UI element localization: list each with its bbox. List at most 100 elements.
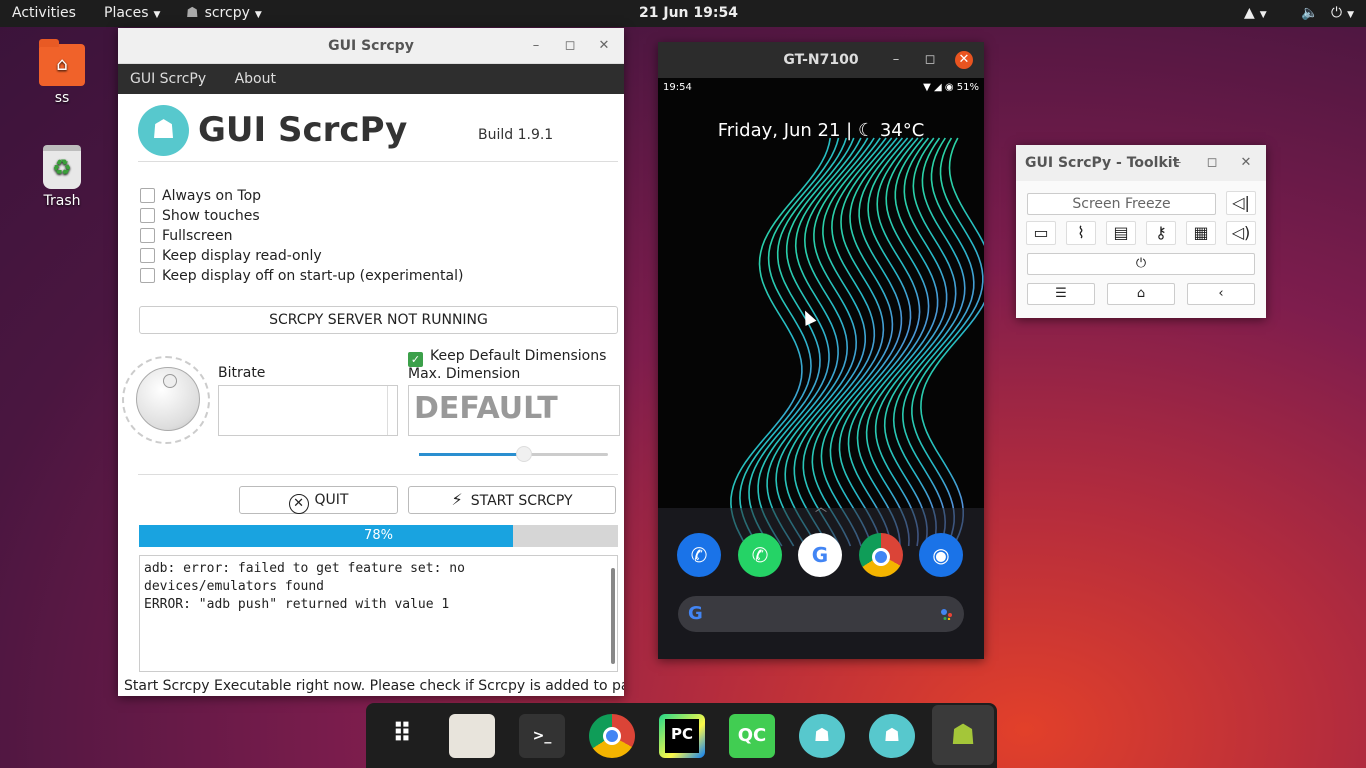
option-label: Always on Top bbox=[162, 188, 262, 204]
android-icon[interactable]: ☗ bbox=[932, 705, 994, 765]
option-always-on-top[interactable]: Always on Top bbox=[140, 187, 261, 205]
checkbox[interactable] bbox=[140, 228, 155, 243]
google-icon[interactable]: G bbox=[798, 533, 842, 577]
back-button[interactable]: ‹ bbox=[1187, 283, 1255, 305]
maximize-button[interactable]: ◻ bbox=[561, 37, 579, 55]
checkbox[interactable] bbox=[140, 268, 155, 283]
toolkit-titlebar[interactable]: GUI ScrcPy - Toolkit – ◻ ✕ bbox=[1016, 145, 1266, 181]
chevron-down-icon: ▼ bbox=[153, 10, 161, 20]
grid-icon[interactable]: ▦ bbox=[1186, 221, 1216, 245]
progress-bar: 78% bbox=[139, 525, 618, 547]
google-search-bar[interactable]: G bbox=[678, 596, 964, 632]
close-button[interactable]: ✕ bbox=[955, 51, 973, 69]
log-scrollbar[interactable] bbox=[611, 568, 615, 664]
bitrate-dial[interactable] bbox=[122, 356, 210, 444]
power-button[interactable]: ⏻ bbox=[1027, 253, 1255, 275]
guiscrcpy-icon-2[interactable]: ☗ bbox=[869, 714, 915, 758]
option-read-only[interactable]: Keep display read-only bbox=[140, 247, 322, 265]
maximize-button[interactable]: ◻ bbox=[921, 51, 939, 69]
display-icon[interactable]: ▭ bbox=[1026, 221, 1056, 245]
slider-thumb[interactable] bbox=[516, 446, 532, 462]
lightning-icon: ⚡ bbox=[451, 490, 463, 509]
running-indicator bbox=[750, 761, 756, 765]
camera-icon[interactable]: ◉ bbox=[919, 533, 963, 577]
option-show-touches[interactable]: Show touches bbox=[140, 207, 260, 225]
running-indicator bbox=[469, 761, 475, 765]
files-icon[interactable] bbox=[449, 714, 495, 758]
qtcreator-icon[interactable]: QC bbox=[729, 714, 775, 758]
bitrate-display[interactable] bbox=[218, 385, 398, 436]
wallpaper-line bbox=[739, 137, 840, 547]
places-menu[interactable]: Places ▼ bbox=[104, 0, 160, 27]
key-icon[interactable]: ⚷ bbox=[1146, 221, 1176, 245]
maximize-button[interactable]: ◻ bbox=[1203, 154, 1221, 172]
chevron-down-icon: ▼ bbox=[1347, 10, 1354, 20]
menu-about[interactable]: About bbox=[223, 64, 288, 94]
phone-screen[interactable]: 19:54 ▼ ◢ ◉ 51% Friday, Jun 21 | ☾ 34°C … bbox=[658, 78, 984, 659]
main-titlebar[interactable]: GUI Scrcpy – ◻ ✕ bbox=[118, 28, 624, 64]
checkbox-checked[interactable]: ✓ bbox=[408, 352, 423, 367]
app-menu-label: scrcpy bbox=[204, 5, 250, 21]
wallpaper-line bbox=[901, 137, 975, 547]
menu-icon: ☰ bbox=[1055, 286, 1067, 301]
google-g-icon: G bbox=[688, 603, 703, 624]
card-icon[interactable]: ▤ bbox=[1106, 221, 1136, 245]
guiscrcpy-icon[interactable]: ☗ bbox=[799, 714, 845, 758]
android-icon: ☗ bbox=[186, 5, 199, 21]
minimize-button[interactable]: – bbox=[527, 37, 545, 55]
system-menu[interactable]: ▲ ▼ 🔈 ⏻ ▼ bbox=[1244, 0, 1354, 27]
paperclip-icon[interactable]: ⌇ bbox=[1066, 221, 1096, 245]
quit-button[interactable]: ✕ QUIT bbox=[239, 486, 398, 514]
trash-icon: ♻ bbox=[43, 145, 81, 189]
wallpaper-line bbox=[829, 137, 904, 547]
dimension-slider[interactable] bbox=[419, 446, 608, 462]
running-indicator bbox=[890, 761, 896, 765]
volume-down-icon[interactable]: ◁| bbox=[1226, 191, 1256, 215]
home-button[interactable]: ⌂ bbox=[1107, 283, 1175, 305]
show-apps-icon[interactable]: ⠿ bbox=[379, 714, 425, 758]
terminal-icon[interactable]: >_ bbox=[519, 714, 565, 758]
volume-up-icon[interactable]: ◁) bbox=[1226, 221, 1256, 245]
start-scrcpy-button[interactable]: ⚡ START SCRCPY bbox=[408, 486, 616, 514]
clock[interactable]: 21 Jun 19:54 bbox=[639, 0, 738, 27]
activities-button[interactable]: Activities bbox=[12, 0, 76, 27]
app-menu[interactable]: ☗ scrcpy ▼ bbox=[186, 0, 262, 27]
power-icon: ⏻ bbox=[1135, 256, 1147, 271]
chrome-icon[interactable] bbox=[859, 533, 903, 577]
date-weather-widget[interactable]: Friday, Jun 21 | ☾ 34°C bbox=[658, 120, 984, 141]
log-output[interactable]: adb: error: failed to get feature set: n… bbox=[139, 555, 618, 672]
minimize-button[interactable]: – bbox=[887, 51, 905, 69]
pycharm-icon[interactable]: PC bbox=[659, 714, 705, 758]
keep-default-dimensions[interactable]: ✓ Keep Default Dimensions bbox=[408, 347, 606, 367]
desktop-trash[interactable]: ♻ Trash bbox=[22, 145, 102, 209]
divider bbox=[138, 161, 618, 162]
whatsapp-icon[interactable]: ✆ bbox=[738, 533, 782, 577]
close-circle-icon: ✕ bbox=[288, 494, 309, 514]
wallpaper-line bbox=[748, 137, 848, 547]
menu-button[interactable]: ☰ bbox=[1027, 283, 1095, 305]
max-dimension-display[interactable]: DEFAULT bbox=[408, 385, 620, 436]
places-label: Places bbox=[104, 5, 149, 21]
option-fullscreen[interactable]: Fullscreen bbox=[140, 227, 232, 245]
screen-freeze-button[interactable]: Screen Freeze bbox=[1027, 193, 1216, 215]
window-title: GUI Scrcpy bbox=[328, 38, 414, 54]
phone-titlebar[interactable]: GT-N7100 – ◻ ✕ bbox=[658, 42, 984, 78]
close-button[interactable]: ✕ bbox=[595, 37, 613, 55]
dial-knob[interactable] bbox=[136, 367, 200, 431]
phone-icon[interactable]: ✆ bbox=[677, 533, 721, 577]
checkbox[interactable] bbox=[140, 188, 155, 203]
checkbox[interactable] bbox=[140, 248, 155, 263]
chevron-down-icon: ▼ bbox=[1259, 10, 1267, 20]
close-button[interactable]: ✕ bbox=[1237, 154, 1255, 172]
checkbox[interactable] bbox=[140, 208, 155, 223]
chrome-icon[interactable] bbox=[589, 714, 635, 758]
phone-time: 19:54 bbox=[663, 82, 692, 93]
minimize-button[interactable]: – bbox=[1169, 154, 1187, 172]
menu-gui-scrcpy[interactable]: GUI ScrcPy bbox=[118, 64, 218, 94]
desktop-home-folder[interactable]: ⌂ ss bbox=[22, 39, 102, 106]
running-indicator bbox=[960, 761, 966, 765]
scroll-arrows[interactable] bbox=[387, 386, 397, 435]
option-display-off[interactable]: Keep display off on start-up (experiment… bbox=[140, 267, 463, 285]
status-bar: Start Scrcpy Executable right now. Pleas… bbox=[124, 678, 624, 694]
option-label: Keep display read-only bbox=[162, 248, 322, 264]
